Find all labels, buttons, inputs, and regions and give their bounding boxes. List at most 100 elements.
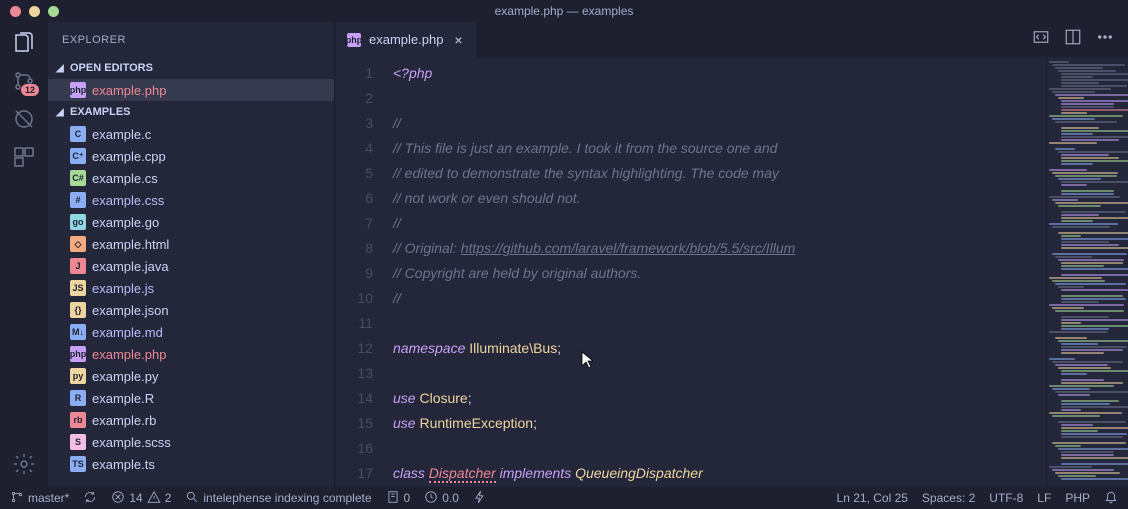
php-file-icon: php	[347, 33, 361, 47]
cs-file-icon: C#	[70, 170, 86, 186]
file-item-java[interactable]: Jexample.java	[48, 255, 334, 277]
file-label: example.c	[92, 127, 151, 142]
notebook-icon	[386, 490, 400, 507]
py-file-icon: py	[70, 368, 86, 384]
explorer-icon[interactable]	[11, 30, 37, 56]
cpp-file-icon: C⁺	[70, 148, 86, 164]
traffic-lights	[10, 6, 59, 17]
section-open-editors[interactable]: ◢ OPEN EDITORS	[48, 57, 334, 79]
extensions-icon[interactable]	[11, 144, 37, 170]
file-item-r[interactable]: Rexample.R	[48, 387, 334, 409]
open-changes-icon[interactable]	[1032, 28, 1050, 51]
maximize-window-button[interactable]	[48, 6, 59, 17]
lightning-status[interactable]	[473, 490, 487, 507]
status-message[interactable]: intelephense indexing complete	[185, 490, 371, 507]
settings-gear-icon[interactable]	[11, 451, 37, 477]
sidebar: EXPLORER ◢ OPEN EDITORS php example.php …	[48, 22, 335, 487]
branch-name: master*	[28, 491, 69, 505]
sidebar-title: EXPLORER	[48, 22, 334, 57]
file-label: example.php	[92, 83, 166, 98]
c-file-icon: C	[70, 126, 86, 142]
sync-button[interactable]	[83, 490, 97, 507]
file-label: example.php	[92, 347, 166, 362]
java-file-icon: J	[70, 258, 86, 274]
json-file-icon: {}	[70, 302, 86, 318]
split-editor-icon[interactable]	[1064, 28, 1082, 51]
file-item-js[interactable]: JS example.js	[48, 277, 334, 299]
go-file-icon: go	[70, 214, 86, 230]
timer-status[interactable]: 0.0	[424, 490, 459, 507]
line-number-gutter: 1234567891011121314151617	[335, 57, 393, 487]
branch-icon	[10, 490, 24, 507]
scss-file-icon: S	[70, 434, 86, 450]
open-editor-item[interactable]: php example.php	[48, 79, 334, 101]
file-item-php[interactable]: phpexample.php	[48, 343, 334, 365]
html-file-icon: ◇	[70, 236, 86, 252]
file-item-rb[interactable]: rbexample.rb	[48, 409, 334, 431]
file-item-go[interactable]: goexample.go	[48, 211, 334, 233]
js-file-icon: JS	[70, 280, 86, 296]
file-label: example.java	[92, 259, 169, 274]
more-actions-icon[interactable]	[1096, 28, 1114, 51]
file-label: example.scss	[92, 435, 171, 450]
php-file-icon: php	[70, 82, 86, 98]
file-label: example.py	[92, 369, 158, 384]
error-count: 14	[129, 491, 142, 505]
file-item-py[interactable]: py example.py	[48, 365, 334, 387]
problems[interactable]: 14 2	[111, 490, 171, 507]
section-examples[interactable]: ◢ EXAMPLES	[48, 101, 334, 123]
git-branch[interactable]: master*	[10, 490, 69, 507]
section-label: EXAMPLES	[70, 106, 131, 118]
chevron-down-icon: ◢	[56, 63, 66, 74]
indent-setting[interactable]: Spaces: 2	[922, 491, 975, 505]
error-icon	[111, 490, 125, 507]
clock-icon	[424, 490, 438, 507]
file-label: example.json	[92, 303, 169, 318]
warning-count: 2	[165, 491, 172, 505]
tab-example-php[interactable]: php example.php ×	[335, 22, 478, 57]
file-item-ts[interactable]: TSexample.ts	[48, 453, 334, 475]
statusbar: master* 14 2 intelephense indexing compl…	[0, 487, 1128, 509]
language-mode[interactable]: PHP	[1065, 491, 1090, 505]
file-item-scss[interactable]: Sexample.scss	[48, 431, 334, 453]
file-item-html[interactable]: ◇ example.html	[48, 233, 334, 255]
md-file-icon: M↓	[70, 324, 86, 340]
code-content: <?php //// This file is just an example.…	[393, 57, 1046, 487]
minimap[interactable]	[1046, 57, 1128, 487]
notebook-status[interactable]: 0	[386, 490, 411, 507]
scm-badge: 12	[21, 84, 39, 96]
warning-icon	[147, 490, 161, 507]
cursor-position[interactable]: Ln 21, Col 25	[837, 491, 908, 505]
close-window-button[interactable]	[10, 6, 21, 17]
file-label: example.html	[92, 237, 169, 252]
file-label: example.R	[92, 391, 154, 406]
notifications-button[interactable]	[1104, 490, 1118, 507]
bell-icon	[1104, 490, 1118, 507]
file-label: example.js	[92, 281, 154, 296]
file-item-md[interactable]: M↓ example.md	[48, 321, 334, 343]
r-file-icon: R	[70, 390, 86, 406]
source-control-icon[interactable]: 12	[11, 68, 37, 94]
sync-icon	[83, 490, 97, 507]
debug-icon[interactable]	[11, 106, 37, 132]
file-label: example.cs	[92, 171, 158, 186]
file-item-c[interactable]: Cexample.c	[48, 123, 334, 145]
window-title: example.php — examples	[495, 4, 634, 18]
titlebar: example.php — examples	[0, 0, 1128, 22]
eol[interactable]: LF	[1037, 491, 1051, 505]
file-label: example.md	[92, 325, 163, 340]
file-item-cs[interactable]: C# example.cs	[48, 167, 334, 189]
tab-bar: php example.php ×	[335, 22, 1128, 57]
file-item-cpp[interactable]: C⁺ example.cpp	[48, 145, 334, 167]
section-label: OPEN EDITORS	[70, 62, 153, 74]
minimize-window-button[interactable]	[29, 6, 40, 17]
encoding[interactable]: UTF-8	[989, 491, 1023, 505]
css-file-icon: #	[70, 192, 86, 208]
code-editor[interactable]: 1234567891011121314151617 <?php //// Thi…	[335, 57, 1128, 487]
ts-file-icon: TS	[70, 456, 86, 472]
chevron-down-icon: ◢	[56, 107, 66, 118]
close-icon[interactable]: ×	[451, 33, 465, 47]
file-label: example.cpp	[92, 149, 166, 164]
file-item-json[interactable]: {} example.json	[48, 299, 334, 321]
file-item-css[interactable]: #example.css	[48, 189, 334, 211]
